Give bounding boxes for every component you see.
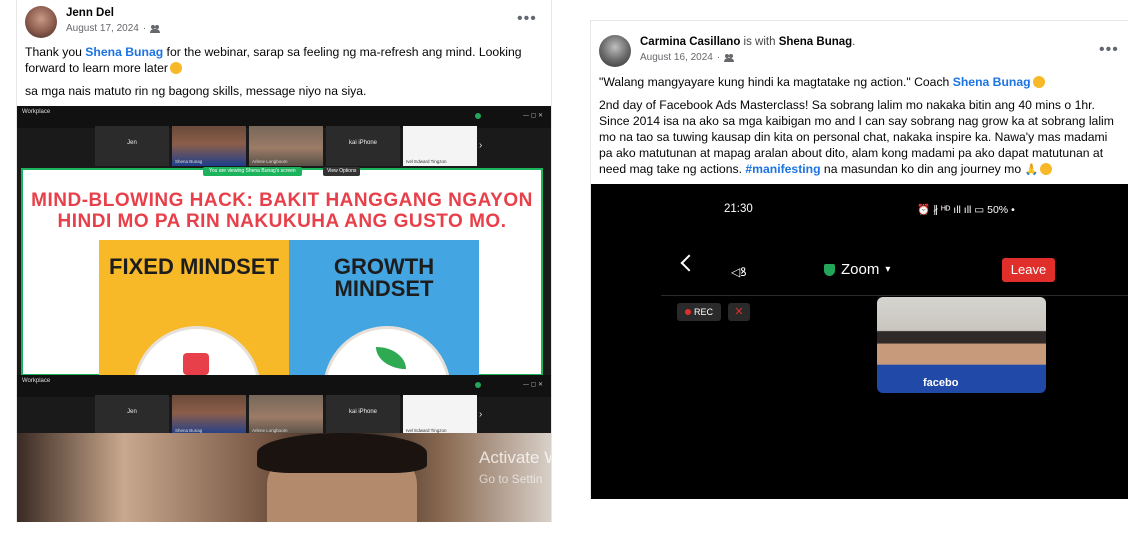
post-header: Carmina Casillano is with Shena Bunag. A… xyxy=(599,35,855,67)
security-icon xyxy=(475,382,481,388)
hashtag-link[interactable]: #manifesting xyxy=(745,162,820,176)
zoom-workplace-logo: Workplace xyxy=(22,378,51,384)
smile-emoji-icon xyxy=(1040,163,1053,175)
pray-emoji-icon: 🙏 xyxy=(1024,164,1039,176)
shared-slide: MIND-BLOWING HACK: BAKIT HANGGANG NGAYON… xyxy=(21,168,543,376)
friends-icon xyxy=(724,54,735,62)
avatar[interactable] xyxy=(599,35,631,67)
relieved-emoji-icon xyxy=(1032,76,1045,88)
participant-tile: Jen xyxy=(95,126,169,166)
post-text-2: sa mga nais matuto rin ng bagong skills,… xyxy=(25,84,367,98)
post-date[interactable]: August 17, 2024 xyxy=(66,22,139,36)
participant-tile: Arlene Longboom xyxy=(249,126,323,166)
more-options-icon[interactable]: ••• xyxy=(517,10,537,28)
mic-muted-icon: ✕ xyxy=(728,303,750,321)
post-date[interactable]: August 16, 2024 xyxy=(640,51,713,65)
post-quote: "Walang mangyayare kung hindi ka magtata… xyxy=(599,74,1119,90)
participant-tile: Shena Bunag xyxy=(172,126,246,166)
post-header: Jenn Del August 17, 2024 · xyxy=(25,6,161,38)
tagged-person[interactable]: Shena Bunag xyxy=(779,36,852,48)
author-name[interactable]: Jenn Del xyxy=(66,7,114,19)
window-controls-icon: — ▢ ✕ xyxy=(522,382,543,388)
mention-link[interactable]: Shena Bunag xyxy=(953,75,1031,89)
participant-tile: Jen xyxy=(95,395,169,435)
participant-tile: Ivel Edward Tingzon xyxy=(403,126,477,166)
more-options-icon[interactable]: ••• xyxy=(1099,41,1119,59)
slide-title: MIND-BLOWING HACK: BAKIT HANGGANG NGAYON… xyxy=(31,190,533,232)
zoom-workplace-logo: Workplace xyxy=(22,109,51,115)
avatar[interactable] xyxy=(25,6,57,38)
right-post: Carmina Casillano is with Shena Bunag. A… xyxy=(590,20,1128,499)
viewing-banner: You are viewing Shena Bunag's screen xyxy=(203,167,302,176)
divider xyxy=(661,295,1128,296)
view-options-button: View Options xyxy=(323,167,361,176)
participant-tile: kai iPhone xyxy=(326,395,400,435)
mention-link[interactable]: Shena Bunag xyxy=(85,45,163,59)
lock-icon xyxy=(183,353,209,375)
phone-time: 21:30 xyxy=(724,203,753,215)
growth-mindset-panel: GROWTH MINDSET xyxy=(289,240,479,376)
zoom-screenshot-slide[interactable]: Workplace — ▢ ✕ Jen Shena Bunag Arlene Lo… xyxy=(17,106,551,376)
chevron-right-icon: › xyxy=(479,140,483,151)
rec-indicator: REC xyxy=(677,303,721,321)
fixed-mindset-panel: FIXED MINDSET xyxy=(99,240,289,376)
post-text: Thank you Shena Bunag for the webinar, s… xyxy=(25,45,522,75)
activate-windows-subtext: Go to Settin xyxy=(479,472,543,486)
author-name[interactable]: Carmina Casillano xyxy=(640,36,740,48)
security-icon xyxy=(475,113,481,119)
chevron-down-icon: ▾ xyxy=(885,264,891,275)
chevron-right-icon: › xyxy=(479,409,483,420)
leaf-icon xyxy=(376,347,406,369)
participant-tile: Ivel Edward Tingzon xyxy=(403,395,477,435)
activate-windows-watermark: Activate W xyxy=(479,448,551,467)
participant-tile: Arlene Longboom xyxy=(249,395,323,435)
participant-tile: kai iPhone xyxy=(326,126,400,166)
phone-status-bar: ⏰ ∦ ᴴᴰ ıll ıll ▭ 50% • xyxy=(917,204,1015,216)
zoom-phone-screenshot[interactable]: 21:30 ⏰ ∦ ᴴᴰ ıll ıll ▭ 50% • ◁ꝸ Zoom ▾ Le… xyxy=(591,184,1128,499)
smile-emoji-icon xyxy=(169,62,182,74)
window-controls-icon: — ▢ ✕ xyxy=(522,113,543,119)
speaker-hair xyxy=(257,433,427,473)
participant-strip: Jen Shena Bunag Arlene Longboom kai iPho… xyxy=(95,126,477,170)
self-view-video: facebo xyxy=(877,297,1046,393)
post-body: 2nd day of Facebook Ads Masterclass! Sa … xyxy=(599,98,1114,176)
speaker-bluetooth-icon: ◁ꝸ xyxy=(731,265,747,279)
leave-button: Leave xyxy=(1002,258,1055,282)
zoom-screenshot-speaker[interactable]: Workplace — ▢ ✕ Jen Shena Bunag Arlene Lo… xyxy=(17,375,551,522)
back-arrow-icon xyxy=(680,254,698,272)
participant-tile: Shena Bunag xyxy=(172,395,246,435)
zoom-title: Zoom ▾ xyxy=(824,261,890,278)
friends-icon xyxy=(150,25,161,33)
record-dot-icon xyxy=(684,309,691,315)
shield-icon xyxy=(824,263,835,276)
left-post: Jenn Del August 17, 2024 · ••• Thank you… xyxy=(16,0,552,522)
